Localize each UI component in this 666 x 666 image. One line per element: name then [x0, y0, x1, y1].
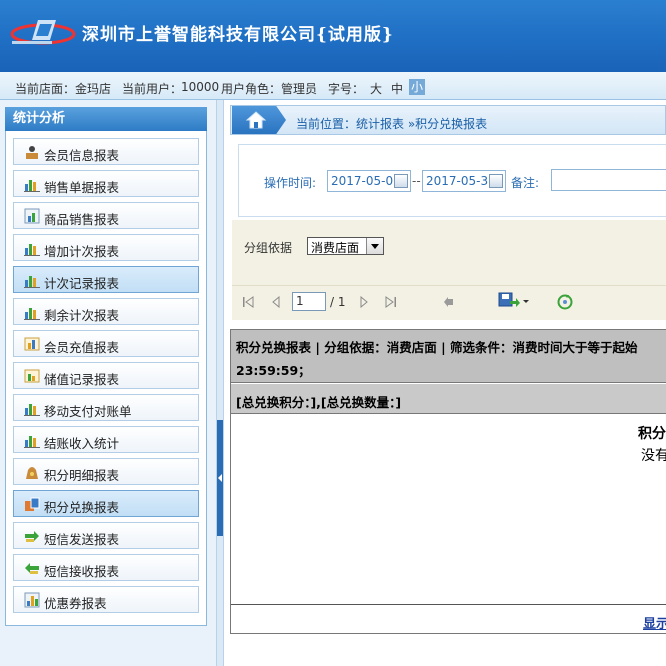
- coupon-report-icon: [24, 592, 40, 608]
- sidebar-item-label: 增加计次报表: [44, 244, 120, 259]
- sidebar-item[interactable]: 移动支付对账单: [13, 394, 199, 421]
- remark-label: 备注:: [511, 176, 540, 190]
- points-bag-icon: [26, 467, 38, 479]
- sidebar-item[interactable]: 会员充值报表: [13, 330, 199, 357]
- sidebar-item[interactable]: 计次记录报表: [13, 266, 199, 293]
- refresh-icon[interactable]: [557, 294, 573, 310]
- start-date-value: 2017-05-01: [331, 174, 401, 188]
- chevron-down-icon: [371, 244, 379, 249]
- previous-page-icon[interactable]: [270, 296, 282, 308]
- font-small-option[interactable]: 小: [409, 79, 425, 95]
- group-by-selected: 消费店面: [311, 241, 360, 255]
- home-icon[interactable]: [245, 110, 267, 130]
- sms-send-icon: [25, 531, 39, 542]
- date-separator: --: [412, 174, 421, 188]
- end-date-value: 2017-05-31: [426, 174, 496, 188]
- bar-chart-icon: [24, 180, 40, 192]
- sidebar-item[interactable]: 剩余计次报表: [13, 298, 199, 325]
- start-date-input[interactable]: 2017-05-01: [327, 170, 411, 192]
- report-divider: [231, 604, 666, 605]
- sidebar-item-label: 会员充值报表: [44, 340, 120, 355]
- app-header: 深圳市上誉智能科技有限公司{试用版}: [0, 0, 666, 72]
- bar-chart-icon: [24, 308, 40, 320]
- no-data-message: 没有: [641, 448, 666, 464]
- sidebar-item-label: 优惠券报表: [44, 596, 107, 611]
- store-value: 金玛店: [75, 82, 112, 96]
- sidebar-item[interactable]: 积分明细报表: [13, 458, 199, 485]
- company-logo: [10, 20, 76, 45]
- bar-chart-icon: [24, 276, 40, 288]
- stored-value-icon: [24, 369, 40, 383]
- sidebar-item-label: 计次记录报表: [44, 276, 120, 291]
- sidebar-title: 统计分析: [5, 107, 207, 131]
- sms-receive-icon: [25, 563, 39, 574]
- sidebar-item-label: 移动支付对账单: [44, 404, 132, 419]
- product-report-icon: [24, 208, 40, 224]
- sidebar-item[interactable]: 会员信息报表: [13, 138, 199, 165]
- sidebar-item[interactable]: 积分兑换报表: [13, 490, 199, 517]
- app-title: 深圳市上誉智能科技有限公司{试用版}: [82, 25, 394, 45]
- member-info-icon: [26, 146, 38, 159]
- sidebar-item-label: 商品销售报表: [44, 212, 120, 227]
- sidebar-item-label: 积分明细报表: [44, 468, 120, 483]
- calendar-icon[interactable]: [394, 174, 408, 188]
- bar-chart-icon: [24, 404, 40, 416]
- role-label: 用户角色：: [221, 82, 282, 96]
- breadcrumb: 当前位置：统计报表 »积分兑换报表: [296, 117, 488, 131]
- bar-chart-icon: [24, 436, 40, 448]
- report-summary: [总兑换积分：],[总兑换数量：]: [236, 395, 402, 410]
- sidebar-item-label: 剩余计次报表: [44, 308, 120, 323]
- back-icon[interactable]: [443, 296, 455, 308]
- end-date-input[interactable]: 2017-05-31: [422, 170, 506, 192]
- font-size-label: 字号：: [328, 82, 365, 96]
- remark-input[interactable]: [551, 169, 666, 191]
- report-header-line2: 23:59:59；: [236, 363, 311, 378]
- sidebar-item-label: 短信发送报表: [44, 532, 120, 547]
- sidebar-item-label: 会员信息报表: [44, 148, 120, 163]
- next-page-icon[interactable]: [358, 296, 370, 308]
- page-number-input[interactable]: 1: [292, 292, 326, 311]
- sidebar-item-label: 积分兑换报表: [44, 500, 120, 515]
- group-by-label: 分组依据: [244, 241, 293, 255]
- panel-splitter[interactable]: [216, 100, 224, 666]
- sidebar-item-label: 结账收入统计: [44, 436, 120, 451]
- sidebar-item[interactable]: 结账收入统计: [13, 426, 199, 453]
- sidebar-item[interactable]: 优惠券报表: [13, 586, 199, 613]
- export-icon[interactable]: [498, 292, 530, 308]
- role-value: 管理员: [281, 82, 318, 96]
- recharge-icon: [24, 337, 40, 351]
- operation-time-label: 操作时间:: [264, 176, 317, 190]
- last-page-icon[interactable]: [385, 296, 397, 308]
- sidebar-item[interactable]: 增加计次报表: [13, 234, 199, 261]
- sidebar-item-label: 储值记录报表: [44, 372, 120, 387]
- user-value: 10000: [181, 80, 220, 94]
- bar-chart-icon: [24, 244, 40, 256]
- points-exchange-icon: [25, 497, 40, 511]
- calendar-icon[interactable]: [489, 174, 503, 188]
- group-panel: [232, 220, 666, 285]
- sidebar-item[interactable]: 短信接收报表: [13, 554, 199, 581]
- sidebar-item-label: 短信接收报表: [44, 564, 120, 579]
- sidebar-item[interactable]: 商品销售报表: [13, 202, 199, 229]
- font-large-option[interactable]: 大: [370, 80, 382, 97]
- sidebar-item[interactable]: 储值记录报表: [13, 362, 199, 389]
- show-link[interactable]: 显示: [643, 613, 666, 632]
- first-page-icon[interactable]: [242, 296, 254, 308]
- font-medium-option[interactable]: 中: [391, 80, 403, 97]
- report-title: 积分: [638, 426, 666, 442]
- collapse-arrow-icon[interactable]: [218, 474, 222, 482]
- page-total: / 1: [330, 295, 346, 309]
- sidebar-item-label: 销售单据报表: [44, 180, 120, 195]
- sidebar-item[interactable]: 短信发送报表: [13, 522, 199, 549]
- sidebar-item[interactable]: 销售单据报表: [13, 170, 199, 197]
- report-header-line1: 积分兑换报表 | 分组依据：消费店面 | 筛选条件：消费时间大于等于起始: [236, 340, 638, 355]
- user-label: 当前用户：: [122, 82, 183, 96]
- store-label: 当前店面：: [15, 82, 76, 96]
